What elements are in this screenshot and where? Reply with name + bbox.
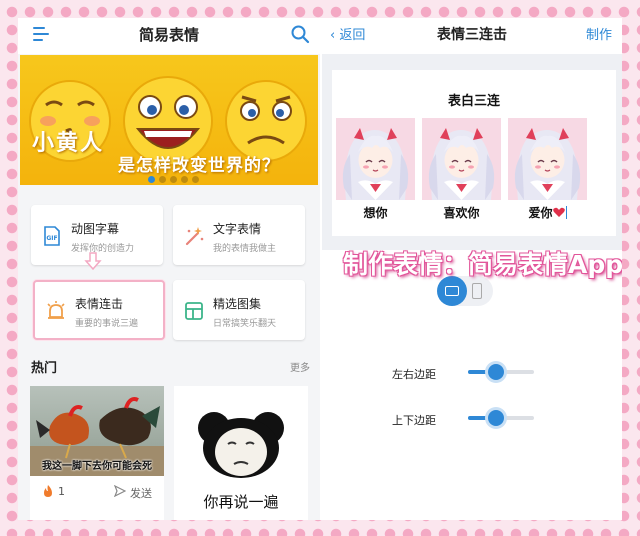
promo-banner[interactable]: 小黄人 是怎样改变世界的？ — [20, 55, 318, 185]
portrait-icon[interactable] — [472, 283, 482, 299]
feature-card-emoji-combo[interactable]: 表情连击 重要的事说三遍 — [33, 280, 165, 340]
panda-meme-image — [174, 386, 308, 486]
combo-preview: 表白三连 想你 喜欢你 爱你 — [332, 70, 616, 236]
feature-card-text-emoji[interactable]: 文字表情 我的表情我做主 — [173, 205, 305, 265]
pagination-dot[interactable] — [159, 176, 166, 183]
svg-text:GIF: GIF — [46, 235, 57, 242]
arrow-down-icon — [84, 252, 102, 270]
feature-title: 精选图集 — [213, 297, 262, 311]
hot-post-card[interactable]: 你再说一遍 — [174, 386, 308, 520]
promo-watermark-text: 制作表情：简易表情App — [343, 250, 622, 279]
banner-pagination[interactable] — [148, 168, 203, 185]
hot-post-card[interactable]: 我这一脚下去你可能会死 1 发送 — [30, 386, 164, 520]
send-button[interactable]: 发送 — [130, 485, 152, 501]
more-link[interactable]: 更多 — [290, 359, 310, 374]
post-caption: 我这一脚下去你可能会死 — [42, 461, 152, 472]
frame-caption[interactable]: 喜欢你 — [422, 204, 501, 221]
anime-girl-frame[interactable] — [508, 118, 587, 200]
home-screen: 简易表情 小黄人 是怎样改变世界的？ GIF 动图字幕 发挥你的创造力 文字表情… — [18, 18, 320, 520]
screenshot-frame: 简易表情 小黄人 是怎样改变世界的？ GIF 动图字幕 发挥你的创造力 文字表情… — [18, 18, 622, 520]
pagination-dot[interactable] — [170, 176, 177, 183]
like-count: 1 — [58, 485, 65, 498]
slider-handle[interactable] — [488, 410, 504, 426]
feature-subtitle: 日常搞笑乐翻天 — [213, 319, 277, 329]
vertical-margin-label: 上下边距 — [392, 414, 436, 427]
feature-title: 表情连击 — [75, 297, 124, 311]
search-icon[interactable] — [290, 24, 310, 44]
landscape-icon — [445, 286, 459, 296]
fire-icon — [44, 485, 52, 497]
app-title: 简易表情 — [138, 26, 199, 44]
text-cursor — [565, 206, 567, 219]
layout-options-panel: 左右边距 上下边距 — [322, 250, 622, 520]
hot-section-title: 热门 — [31, 361, 58, 376]
horizontal-margin-slider[interactable] — [468, 364, 534, 380]
feature-title: 文字表情 — [213, 222, 262, 236]
alarm-bell-icon — [47, 301, 65, 319]
make-button[interactable]: 制作 — [586, 24, 612, 43]
gallery-icon — [185, 302, 203, 320]
feature-title: 动图字幕 — [71, 222, 120, 236]
horizontal-margin-label: 左右边距 — [392, 368, 436, 381]
pagination-dot[interactable] — [192, 176, 199, 183]
slider-handle[interactable] — [488, 364, 504, 380]
gif-icon: GIF — [44, 226, 60, 246]
anime-girl-frame[interactable] — [422, 118, 501, 200]
post-footer: 1 发送 — [30, 482, 164, 502]
editor-header: ‹ 返回 表情三连击 制作 — [322, 18, 622, 54]
page-title: 表情三连击 — [437, 27, 507, 43]
pagination-dot[interactable] — [181, 176, 188, 183]
preview-title: 表白三连 — [447, 94, 500, 109]
feature-subtitle: 我的表情我做主 — [213, 244, 277, 254]
post-caption: 你再说一遍 — [203, 493, 279, 511]
anime-girl-frame[interactable] — [336, 118, 415, 200]
magic-wand-icon — [185, 227, 204, 246]
home-header: 简易表情 — [18, 18, 320, 54]
feature-subtitle: 重要的事说三遍 — [75, 319, 139, 329]
banner-headline: 小黄人 — [32, 131, 105, 156]
feature-card-gallery[interactable]: 精选图集 日常搞笑乐翻天 — [173, 280, 305, 340]
frame-caption[interactable]: 想你 — [336, 204, 415, 221]
send-icon[interactable] — [114, 485, 126, 497]
frame-caption-text: 爱你 — [528, 206, 553, 220]
heart-icon — [552, 207, 565, 217]
pagination-dot[interactable] — [148, 176, 155, 183]
frame-caption-editing[interactable]: 爱你 — [508, 204, 587, 221]
feature-subtitle: 发挥你的创造力 — [71, 244, 135, 254]
vertical-margin-slider[interactable] — [468, 410, 534, 426]
